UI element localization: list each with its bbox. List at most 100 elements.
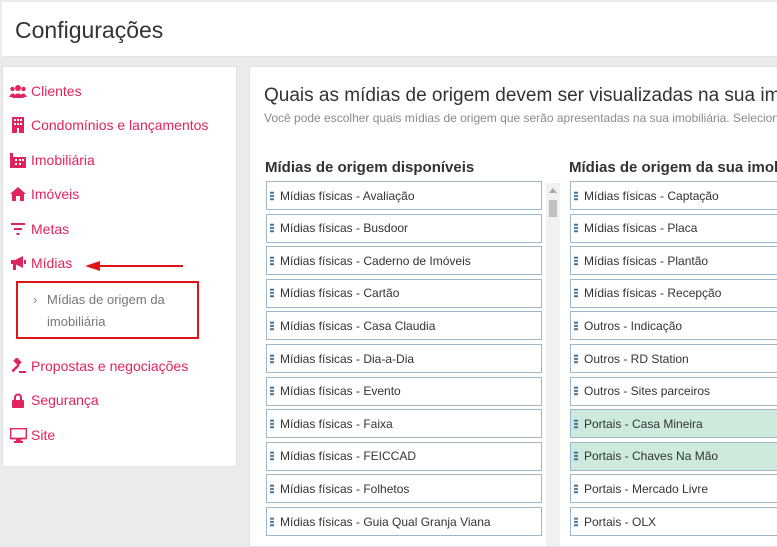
drag-handle-icon[interactable]	[574, 353, 578, 364]
office-icon	[9, 152, 27, 168]
list-item[interactable]: Portais - Chaves Na Mão	[570, 441, 777, 471]
list-item-label: Mídias físicas - Evento	[280, 384, 401, 399]
drag-handle-icon[interactable]	[270, 190, 274, 201]
page-title: Configurações	[15, 17, 164, 43]
monitor-icon	[9, 427, 27, 443]
sidebar-item-label: Site	[31, 427, 56, 443]
sidebar-item-imobiliaria[interactable]: Imobiliária	[9, 149, 95, 171]
sidebar-subitem-midias-origem[interactable]: › Mídias de origem da imobiliária	[33, 289, 187, 333]
highlight-box: › Mídias de origem da imobiliária	[16, 281, 199, 339]
drag-handle-icon[interactable]	[574, 483, 578, 494]
drag-handle-icon[interactable]	[574, 288, 578, 299]
list-item-label: Mídias físicas - Recepção	[584, 286, 722, 301]
list-item-label: Mídias físicas - Guia Qual Granja Viana	[280, 514, 491, 529]
header-bar: Configurações	[2, 2, 777, 57]
drag-handle-icon[interactable]	[270, 353, 274, 364]
list-item[interactable]: Mídias físicas - Dia-a-Dia	[266, 344, 542, 373]
list-item[interactable]: Mídias físicas - Casa Claudia	[266, 311, 542, 341]
building-icon	[9, 117, 27, 133]
drag-handle-icon[interactable]	[574, 418, 578, 429]
drag-handle-icon[interactable]	[574, 516, 578, 527]
section-title: Quais as mídias de origem devem ser visu…	[264, 85, 777, 106]
drag-handle-icon[interactable]	[574, 386, 578, 397]
lock-icon	[9, 392, 27, 408]
drag-handle-icon[interactable]	[270, 320, 274, 331]
drag-handle-icon[interactable]	[270, 516, 274, 527]
list-item-label: Mídias físicas - Placa	[584, 221, 698, 236]
list-item[interactable]: Portais - Casa Mineira	[570, 409, 777, 439]
list-item-label: Mídias físicas - Caderno de Imóveis	[280, 253, 471, 268]
list-item-label: Outros - Indicação	[584, 318, 683, 333]
list-item[interactable]: Mídias físicas - Faixa	[266, 409, 542, 439]
list-item[interactable]: Outros - Indicação	[570, 311, 777, 341]
sidebar: Clientes Condomínios e lançamentos Imobi…	[2, 66, 237, 467]
sidebar-item-site[interactable]: Site	[9, 424, 55, 446]
drag-handle-icon[interactable]	[270, 418, 274, 429]
gavel-icon	[9, 358, 27, 374]
drag-handle-icon[interactable]	[574, 320, 578, 331]
list-item-label: Portais - Chaves Na Mão	[584, 449, 719, 464]
drag-handle-icon[interactable]	[574, 451, 578, 462]
list-item-label: Mídias físicas - Casa Claudia	[280, 318, 436, 333]
list-item-label: Mídias físicas - FEICCAD	[280, 449, 417, 464]
sidebar-item-clientes[interactable]: Clientes	[9, 80, 82, 102]
list-item[interactable]: Portais - Mercado Livre	[570, 474, 777, 504]
section-description: Você pode escolher quais mídias de orige…	[264, 111, 777, 125]
chevron-right-icon: ›	[33, 292, 38, 307]
list-item[interactable]: Mídias físicas - Folhetos	[266, 474, 542, 504]
sidebar-item-label: Segurança	[31, 392, 99, 408]
list-item[interactable]: Mídias físicas - Plantão	[570, 246, 777, 276]
list-item-label: Mídias físicas - Faixa	[280, 416, 393, 431]
drag-handle-icon[interactable]	[270, 451, 274, 462]
list-item-label: Outros - RD Station	[584, 351, 689, 366]
list-item-label: Outros - Sites parceiros	[584, 384, 711, 399]
sidebar-item-condominios[interactable]: Condomínios e lançamentos	[9, 114, 208, 136]
sidebar-item-label: Clientes	[31, 83, 82, 99]
list-item[interactable]: Mídias físicas - Cartão	[266, 278, 542, 308]
sidebar-item-label: Condomínios e lançamentos	[31, 117, 209, 133]
list-item-label: Portais - Casa Mineira	[584, 416, 703, 431]
list-item[interactable]: Mídias físicas - FEICCAD	[266, 441, 542, 471]
list-item-label: Mídias físicas - Captação	[584, 188, 719, 203]
home-icon	[9, 186, 27, 202]
list-item[interactable]: Mídias físicas - Placa	[570, 213, 777, 243]
sidebar-item-propostas[interactable]: Propostas e negociações	[9, 355, 188, 377]
list-item[interactable]: Mídias físicas - Evento	[266, 376, 542, 406]
scroll-up-icon[interactable]	[549, 188, 557, 193]
list-item-label: Mídias físicas - Cartão	[280, 286, 400, 301]
available-list-title: Mídias de origem disponíveis	[265, 159, 475, 176]
sidebar-item-label: Imobiliária	[31, 152, 95, 168]
list-item-label: Mídias físicas - Busdoor	[280, 221, 409, 236]
list-item-label: Mídias físicas - Folhetos	[280, 481, 410, 496]
list-item[interactable]: Outros - Sites parceiros	[570, 376, 777, 406]
sidebar-item-imoveis[interactable]: Imóveis	[9, 183, 79, 205]
sidebar-item-seguranca[interactable]: Segurança	[9, 389, 99, 411]
drag-handle-icon[interactable]	[270, 483, 274, 494]
sidebar-item-metas[interactable]: Metas	[9, 218, 69, 240]
list-item[interactable]: Mídias físicas - Captação	[570, 181, 777, 210]
drag-handle-icon[interactable]	[574, 190, 578, 201]
scrollbar[interactable]	[546, 183, 560, 546]
drag-handle-icon[interactable]	[270, 223, 274, 234]
drag-handle-icon[interactable]	[270, 288, 274, 299]
drag-handle-icon[interactable]	[574, 223, 578, 234]
sidebar-subitem-label: Mídias de origem da imobiliária	[47, 292, 165, 329]
drag-handle-icon[interactable]	[574, 255, 578, 266]
scrollbar-thumb[interactable]	[549, 200, 557, 217]
list-item[interactable]: Portais - OLX	[570, 507, 777, 536]
list-item[interactable]: Mídias físicas - Recepção	[570, 278, 777, 308]
selected-list-title: Mídias de origem da sua imobiliária	[569, 159, 777, 176]
list-item-label: Mídias físicas - Dia-a-Dia	[280, 351, 415, 366]
sidebar-item-label: Imóveis	[31, 186, 80, 202]
list-item[interactable]: Mídias físicas - Guia Qual Granja Viana	[266, 507, 542, 536]
list-item[interactable]: Mídias físicas - Caderno de Imóveis	[266, 246, 542, 276]
sidebar-item-midias[interactable]: Mídias	[9, 252, 72, 274]
list-item[interactable]: Mídias físicas - Avaliação	[266, 181, 542, 210]
drag-handle-icon[interactable]	[270, 255, 274, 266]
list-item-label: Mídias físicas - Plantão	[584, 253, 709, 268]
list-item-label: Portais - OLX	[584, 514, 657, 529]
list-item[interactable]: Mídias físicas - Busdoor	[266, 213, 542, 243]
list-item[interactable]: Outros - RD Station	[570, 344, 777, 373]
filter-icon	[9, 221, 27, 237]
drag-handle-icon[interactable]	[270, 386, 274, 397]
